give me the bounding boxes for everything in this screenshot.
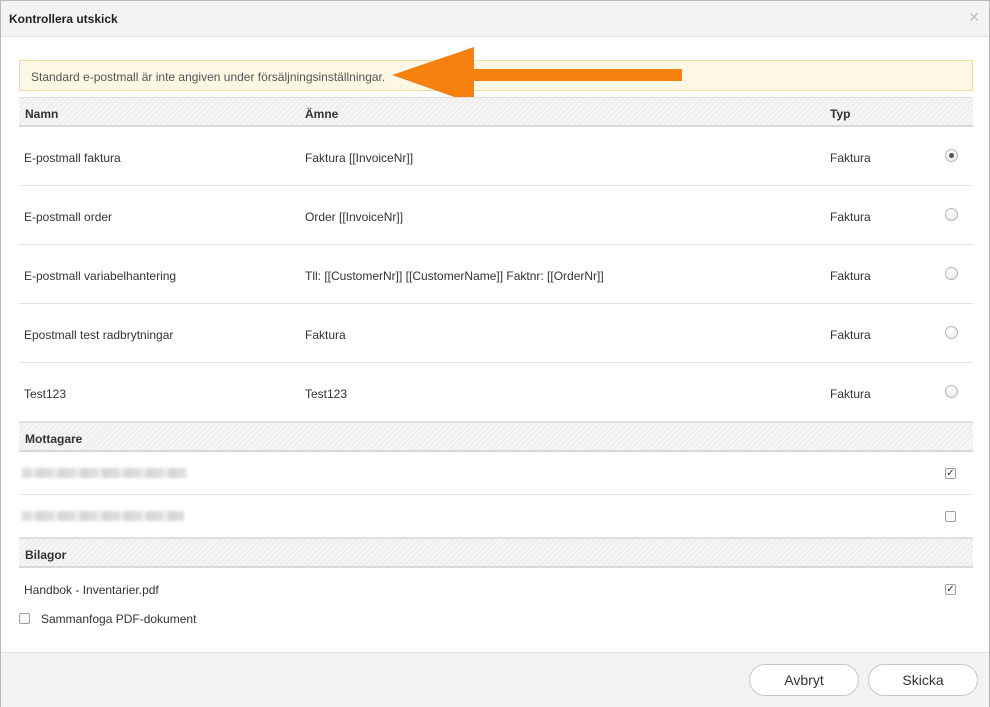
template-type: Faktura [830,387,871,401]
send-button[interactable]: Skicka [868,664,978,696]
dialog-footer: Avbryt Skicka [1,652,989,707]
template-name: E-postmall order [24,210,113,224]
attachment-row[interactable]: Handbok - Inventarier.pdf ✓ [19,568,973,610]
template-name: E-postmall faktura [24,151,121,165]
attachment-checkbox[interactable]: ✓ [945,584,956,595]
recipients-header: Mottagare [19,422,973,452]
template-subject: Order [[InvoiceNr]] [305,210,404,224]
cancel-button[interactable]: Avbryt [749,664,859,696]
table-row[interactable]: Test123 Test123 Faktura [19,363,973,422]
dialog-content: Standard e-postmall är inte angiven unde… [19,47,973,640]
template-name: Test123 [24,387,67,401]
dialog-titlebar: Kontrollera utskick ✕ [1,1,989,37]
merge-pdf-option[interactable]: Sammanfoga PDF-dokument [19,610,973,640]
template-type: Faktura [830,328,871,342]
close-icon[interactable]: ✕ [968,9,980,26]
attachments-title: Bilagor [25,548,67,562]
table-row[interactable]: Epostmall test radbrytningar Faktura Fak… [19,304,973,363]
column-header-subject: Ämne [305,107,339,121]
template-type: Faktura [830,269,871,283]
template-name: E-postmall variabelhantering [24,269,177,283]
table-row[interactable]: E-postmall order Order [[InvoiceNr]] Fak… [19,186,973,245]
recipients-title: Mottagare [25,432,83,446]
send-check-dialog: Kontrollera utskick ✕ Standard e-postmal… [0,0,990,707]
recipient-checkbox[interactable]: ✓ [945,468,956,479]
recipient-row[interactable] [19,495,973,538]
template-radio[interactable] [945,385,958,398]
template-subject: Test123 [305,387,348,401]
template-radio[interactable] [945,208,958,221]
template-subject: Faktura [305,328,346,342]
column-header-type: Typ [830,107,851,121]
template-radio[interactable] [945,326,958,339]
merge-pdf-checkbox[interactable] [19,613,30,624]
template-name: Epostmall test radbrytningar [24,328,174,342]
templates-list: E-postmall faktura Faktura [[InvoiceNr]]… [19,127,973,422]
table-row[interactable]: E-postmall faktura Faktura [[InvoiceNr]]… [19,127,973,186]
template-type: Faktura [830,210,871,224]
template-subject: Faktura [[InvoiceNr]] [305,151,414,165]
table-row[interactable]: E-postmall variabelhantering Tll: [[Cust… [19,245,973,304]
templates-table-header: Namn Ämne Typ [19,97,973,127]
template-radio[interactable] [945,267,958,280]
recipient-redacted [22,511,184,521]
template-subject: Tll: [[CustomerNr]] [[CustomerName]] Fak… [305,269,604,283]
warning-banner: Standard e-postmall är inte angiven unde… [19,47,973,104]
attachments-header: Bilagor [19,538,973,568]
recipient-checkbox[interactable] [945,511,956,522]
attachment-filename: Handbok - Inventarier.pdf [24,583,159,597]
dialog-title: Kontrollera utskick [9,12,118,26]
merge-pdf-label: Sammanfoga PDF-dokument [41,612,197,626]
column-header-name: Namn [25,107,59,121]
warning-text: Standard e-postmall är inte angiven unde… [31,70,386,84]
recipient-redacted [22,468,187,478]
recipient-row[interactable]: ✓ [19,452,973,495]
template-radio[interactable] [945,149,958,162]
template-type: Faktura [830,151,871,165]
